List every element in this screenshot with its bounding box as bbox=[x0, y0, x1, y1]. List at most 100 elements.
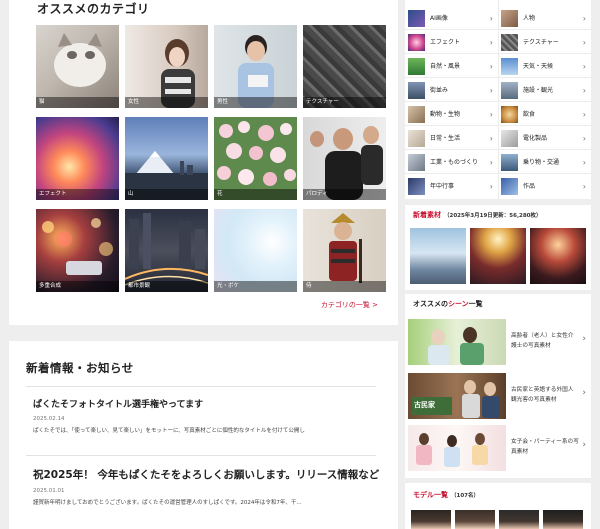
sidebar-category-works[interactable]: 作品 › bbox=[498, 175, 591, 198]
model-thumbnail[interactable] bbox=[455, 510, 495, 529]
category-thumbnail bbox=[501, 106, 518, 123]
category-label: エフェクト bbox=[430, 39, 461, 46]
scene-item[interactable]: 女子会・パーティー系の写真素材 › bbox=[406, 425, 590, 472]
scenes-heading: オススメのシーン一覧 bbox=[413, 299, 483, 309]
category-tile-multiple-composite[interactable]: 多重合成 bbox=[36, 209, 119, 292]
chevron-right-icon: › bbox=[582, 86, 586, 95]
chevron-right-icon: › bbox=[489, 158, 493, 167]
sidebar-category-vehicles[interactable]: 乗り物・交通 › bbox=[498, 151, 591, 174]
samurai-photo bbox=[329, 213, 362, 283]
category-tile-label: 光・ボケ bbox=[214, 281, 297, 292]
category-label: 街並み bbox=[430, 87, 449, 94]
sidebar-category-industry[interactable]: 工業・ものづくり › bbox=[405, 151, 498, 174]
category-thumbnail bbox=[408, 34, 425, 51]
category-tile-woman[interactable]: 女性 bbox=[125, 25, 208, 108]
sidebar-category-people[interactable]: 人物 › bbox=[498, 7, 591, 30]
scene-banner-text: 古民家 bbox=[414, 401, 435, 409]
category-row: AI画像 › 人物 › bbox=[405, 7, 591, 30]
model-thumbnail[interactable] bbox=[543, 510, 583, 529]
woman-photo bbox=[161, 39, 195, 108]
category-tile-label: 侍 bbox=[303, 281, 386, 292]
sidebar-category-effect[interactable]: エフェクト › bbox=[405, 31, 498, 54]
category-row: 年中行事 › 作品 › bbox=[405, 175, 591, 198]
scene-label: 古民家と英語する外国人観光客の写真素材 bbox=[511, 387, 574, 403]
category-tile-label: 猫 bbox=[36, 97, 119, 108]
heading-subtitle: （2025年3月19日更新：56,280枚） bbox=[444, 213, 542, 219]
heading-text: オススメの bbox=[413, 300, 448, 308]
category-tile-texture[interactable]: テクスチャー bbox=[303, 25, 386, 108]
chevron-right-icon: › bbox=[582, 110, 586, 119]
recommended-categories-card: オススメのカテゴリ 猫 女性 男性 テクスチャー エフェクト 山 花 パロディ … bbox=[9, 0, 398, 325]
sidebar-category-animals[interactable]: 動物・生物 › bbox=[405, 103, 498, 126]
category-label: 工業・ものづくり bbox=[430, 159, 479, 166]
heading-text: 一覧 bbox=[468, 300, 483, 308]
sidebar-category-list: AI画像 › 人物 › エフェクト › テクスチャー › 自然・風景 › 天気・… bbox=[405, 0, 591, 199]
category-tile-mountain[interactable]: 山 bbox=[125, 117, 208, 200]
model-thumbnail[interactable] bbox=[499, 510, 539, 529]
category-tile-light-bokeh[interactable]: 光・ボケ bbox=[214, 209, 297, 292]
sidebar-category-ai-image[interactable]: AI画像 › bbox=[405, 7, 498, 30]
sidebar-category-annual-events[interactable]: 年中行事 › bbox=[405, 175, 498, 198]
model-thumbnail[interactable] bbox=[411, 510, 451, 529]
parody-photo bbox=[310, 126, 383, 200]
flower-photo bbox=[217, 121, 296, 186]
chevron-right-icon: › bbox=[489, 62, 493, 71]
new-material-thumbnail[interactable] bbox=[470, 228, 526, 284]
mountain-photo bbox=[125, 151, 208, 200]
category-label: 日常・生活 bbox=[430, 135, 461, 142]
news-item[interactable]: 祝2025年！ 今年もぱくたそをよろしくお願いします。リリース情報など 2025… bbox=[33, 467, 379, 508]
sidebar-category-electronics[interactable]: 電化製品 › bbox=[498, 127, 591, 150]
category-thumbnail bbox=[501, 154, 518, 171]
new-material-thumbnail[interactable] bbox=[410, 228, 466, 284]
category-row: 街並み › 施設・観光 › bbox=[405, 79, 591, 102]
news-item[interactable]: ぱくたそフォトタイトル選手権やってます 2025.02.14 ぱくたそでは、「使… bbox=[33, 397, 378, 436]
new-material-thumbnail[interactable] bbox=[530, 228, 586, 284]
man-photo bbox=[238, 35, 274, 108]
category-thumbnail bbox=[501, 10, 518, 27]
sidebar-category-weather[interactable]: 天気・天候 › bbox=[498, 55, 591, 78]
sidebar-category-townscape[interactable]: 街並み › bbox=[405, 79, 498, 102]
category-tile-label: 山 bbox=[125, 189, 208, 200]
category-tile-label: エフェクト bbox=[36, 189, 119, 200]
category-tile-man[interactable]: 男性 bbox=[214, 25, 297, 108]
category-thumbnail bbox=[408, 10, 425, 27]
sidebar-category-nature[interactable]: 自然・風景 › bbox=[405, 55, 498, 78]
sidebar-category-facilities[interactable]: 施設・観光 › bbox=[498, 79, 591, 102]
chevron-right-icon: › bbox=[582, 440, 586, 450]
news-card: 新着情報・お知らせ ぱくたそフォトタイトル選手権やってます 2025.02.14… bbox=[9, 341, 398, 529]
category-label: 年中行事 bbox=[430, 183, 455, 190]
category-thumbnail bbox=[501, 58, 518, 75]
category-row: 工業・ものづくり › 乗り物・交通 › bbox=[405, 151, 591, 174]
news-title[interactable]: 祝2025年！ 今年もぱくたそをよろしくお願いします。リリース情報など bbox=[33, 467, 379, 482]
category-tile-label: 男性 bbox=[214, 97, 297, 108]
heading-highlight: シーン bbox=[448, 300, 469, 308]
news-title[interactable]: ぱくたそフォトタイトル選手権やってます bbox=[33, 397, 378, 410]
category-tile-cat[interactable]: 猫 bbox=[36, 25, 119, 108]
category-row: エフェクト › テクスチャー › bbox=[405, 31, 591, 54]
category-list-link[interactable]: カテゴリの一覧 > bbox=[321, 300, 378, 310]
category-label: 動物・生物 bbox=[430, 111, 461, 118]
new-materials-heading: 新着素材 （2025年3月19日更新：56,280枚） bbox=[413, 210, 542, 220]
chevron-right-icon: › bbox=[582, 334, 586, 344]
category-tile-effect[interactable]: エフェクト bbox=[36, 117, 119, 200]
category-tile-parody[interactable]: パロディ bbox=[303, 117, 386, 200]
sidebar-category-daily-life[interactable]: 日常・生活 › bbox=[405, 127, 498, 150]
chevron-right-icon: › bbox=[582, 38, 586, 47]
chevron-right-icon: › bbox=[489, 182, 493, 191]
scene-label: 女子会・パーティー系の写真素材 bbox=[511, 439, 579, 455]
heading-text: モデル一覧 bbox=[413, 491, 448, 499]
category-tile-cityscape[interactable]: 都市景観 bbox=[125, 209, 208, 292]
scene-item[interactable]: 高齢者（老人）と女性介護士の写真素材 › bbox=[406, 319, 590, 366]
category-label: テクスチャー bbox=[523, 39, 559, 46]
chevron-right-icon: › bbox=[489, 110, 493, 119]
sidebar-category-food[interactable]: 飲食 › bbox=[498, 103, 591, 126]
sidebar-category-texture[interactable]: テクスチャー › bbox=[498, 31, 591, 54]
category-tile-samurai[interactable]: 侍 bbox=[303, 209, 386, 292]
scene-thumbnail bbox=[408, 319, 506, 365]
divider bbox=[26, 455, 376, 456]
category-thumbnail bbox=[501, 82, 518, 99]
scene-item[interactable]: 古民家 古民家と英語する外国人観光客の写真素材 › bbox=[406, 373, 590, 420]
category-thumbnail bbox=[501, 130, 518, 147]
composite-photo bbox=[42, 218, 113, 275]
category-tile-flower[interactable]: 花 bbox=[214, 117, 297, 200]
